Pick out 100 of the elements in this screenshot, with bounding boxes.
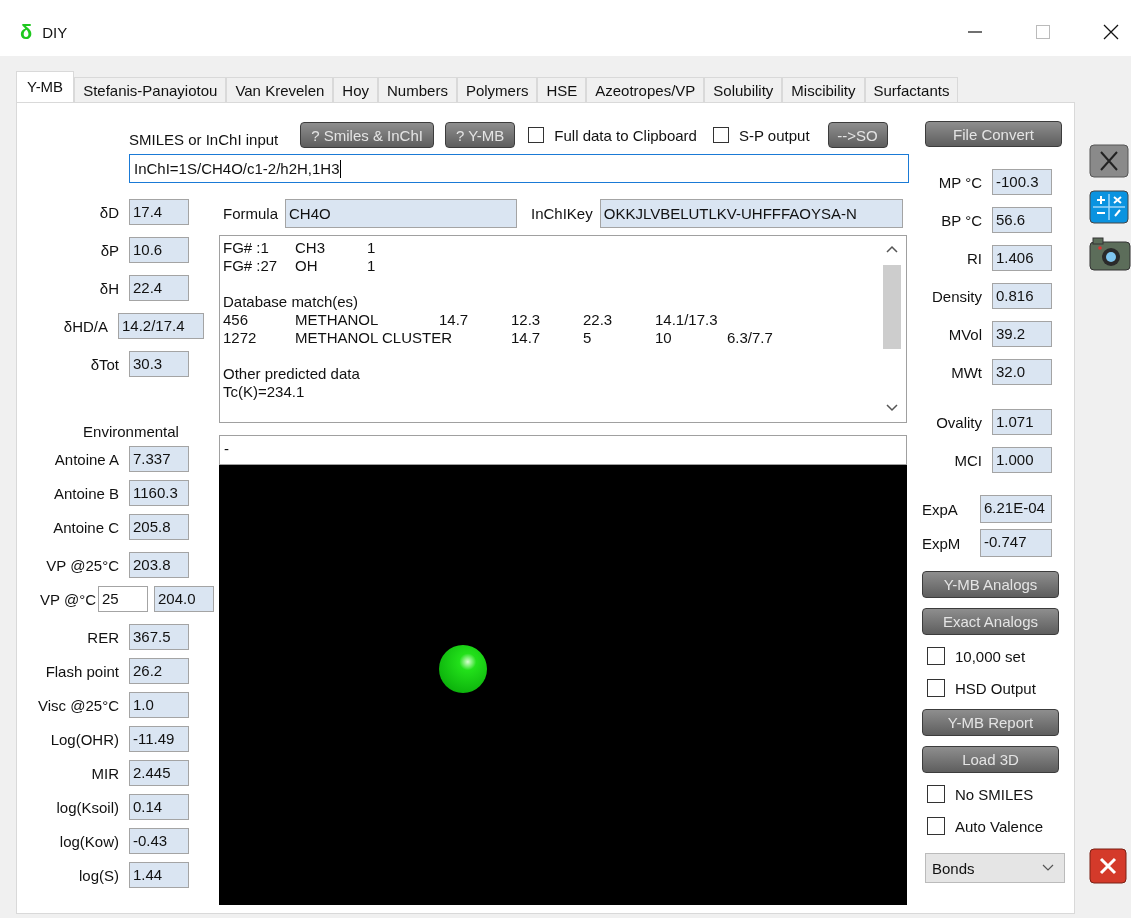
output-text: METHANOL	[295, 311, 379, 328]
value-field: 32.0	[992, 359, 1052, 385]
value-field: 1.0	[129, 692, 189, 718]
field-label: MP °C	[937, 173, 982, 191]
value-field: 6.21E-04	[980, 495, 1052, 523]
output-text: 6.3/7.7	[727, 329, 773, 346]
field-label: MVol	[947, 325, 982, 343]
help-button[interactable]: ? Smiles & InChI	[300, 122, 434, 148]
output-text: FG# :1	[223, 239, 269, 256]
field-label: δP	[99, 241, 119, 259]
checkbox[interactable]: Full data to Clipboard	[528, 126, 697, 144]
value-field: -0.43	[129, 828, 189, 854]
output-text: 14.7	[439, 311, 469, 328]
close-icon[interactable]	[1089, 144, 1129, 178]
field-label: RER	[86, 628, 119, 646]
field-label: δTot	[89, 355, 119, 373]
field-label: Log(OHR)	[49, 730, 119, 748]
value-field: 10.6	[129, 237, 189, 263]
close-icon[interactable]	[1089, 848, 1127, 884]
output-text: 1	[367, 239, 376, 256]
calculator-icon[interactable]	[1089, 190, 1129, 224]
output-text: 22.3	[583, 311, 613, 328]
tab[interactable]: Stefanis-Panayiotou	[74, 77, 227, 102]
tab[interactable]: Solubility	[704, 77, 783, 102]
action-button[interactable]: Load 3D	[922, 746, 1059, 773]
value-field: 22.4	[129, 275, 189, 301]
tab[interactable]: Van Krevelen	[226, 77, 334, 102]
tab[interactable]: Y-MB	[16, 71, 75, 102]
checkbox[interactable]: Auto Valence	[927, 815, 1044, 837]
value-field: 0.816	[992, 283, 1052, 309]
output-text: 14.7	[511, 329, 541, 346]
value-field: 205.8	[129, 514, 189, 540]
output-text: Other predicted data	[223, 365, 360, 382]
field-label: Density	[930, 287, 982, 305]
tab[interactable]: Miscibility	[782, 77, 865, 102]
field-label: MIR	[90, 764, 119, 782]
checkbox[interactable]: 10,000 set	[927, 645, 1026, 667]
value-field: 26.2	[129, 658, 189, 684]
tab[interactable]: HSE	[537, 77, 587, 102]
action-button[interactable]: Y-MB Report	[922, 709, 1059, 736]
value-field: -0.747	[980, 529, 1052, 557]
value-field: 1160.3	[129, 480, 189, 506]
output-text: 1	[367, 257, 376, 274]
field-label: Antoine C	[52, 518, 119, 536]
field-label: ExpA	[922, 500, 959, 518]
field-label: BP °C	[940, 211, 982, 229]
value-field: 0.14	[129, 794, 189, 820]
value-field: 39.2	[992, 321, 1052, 347]
output-text: OH	[295, 257, 318, 274]
chevron-down-icon	[1042, 864, 1054, 872]
field-label: Antoine B	[52, 484, 119, 502]
send-button[interactable]: -->SO	[827, 122, 888, 148]
action-button[interactable]: Exact Analogs	[922, 608, 1059, 635]
atom-sphere	[437, 643, 489, 695]
checkbox[interactable]: No SMILES	[927, 783, 1034, 805]
value-field: 30.3	[129, 351, 189, 377]
field-label: ExpM	[922, 534, 962, 552]
close-icon[interactable]	[1103, 24, 1119, 40]
output-text: FG# :27	[223, 257, 278, 274]
dropdown[interactable]: Bonds	[925, 853, 1065, 883]
output-text: Database match(es)	[223, 293, 359, 310]
tab[interactable]: Surfactants	[864, 77, 959, 102]
field-label: δD	[98, 203, 119, 221]
output-text: CH3	[295, 239, 325, 256]
field-label: Antoine A	[53, 450, 119, 468]
field-label: Visc @25°C	[37, 696, 119, 714]
checkbox[interactable]: S-P output	[712, 126, 810, 144]
tab[interactable]: Azeotropes/VP	[586, 77, 705, 102]
output-text: 456	[223, 311, 249, 328]
value-field: 1.406	[992, 245, 1052, 271]
output-text: 10	[655, 329, 672, 346]
value-field: OKKJLVBELUTLKV-UHFFFAOYSA-N	[599, 198, 903, 228]
field-label: Flash point	[44, 662, 119, 680]
tab[interactable]: Numbers	[378, 77, 457, 102]
checkbox[interactable]: HSD Output	[927, 677, 1036, 699]
field-label: MCI	[953, 451, 982, 469]
field-label: log(Kow)	[58, 832, 119, 850]
input-field[interactable]: 25	[98, 586, 148, 612]
output-text: Tc(K)=234.1	[223, 383, 305, 400]
input-field[interactable]: InChI=1S/CH4O/c1-2/h2H,1H3	[129, 154, 909, 183]
field-label: RI	[966, 249, 982, 267]
tab[interactable]: Polymers	[456, 77, 538, 102]
value-field: 203.8	[129, 552, 189, 578]
value-field: 17.4	[129, 199, 189, 225]
input-label: SMILES or InChI input	[129, 130, 279, 148]
field-label: δH	[98, 279, 119, 297]
output-text: 12.3	[511, 311, 541, 328]
value-field: 1.44	[129, 862, 189, 888]
camera-icon[interactable]	[1089, 236, 1131, 272]
field-label: log(S)	[78, 866, 119, 884]
output-text: 5	[583, 329, 592, 346]
tab[interactable]: Hoy	[333, 77, 379, 102]
file-convert-button[interactable]: File Convert	[925, 121, 1062, 147]
field-label: Formula	[223, 204, 278, 222]
value-field: 204.0	[154, 586, 214, 612]
section-heading: Environmental	[82, 423, 180, 440]
help-button[interactable]: ? Y-MB	[444, 122, 516, 148]
output-text: 14.1/17.3	[655, 311, 718, 328]
action-button[interactable]: Y-MB Analogs	[922, 571, 1059, 598]
field-label: δHD/A	[62, 317, 108, 335]
